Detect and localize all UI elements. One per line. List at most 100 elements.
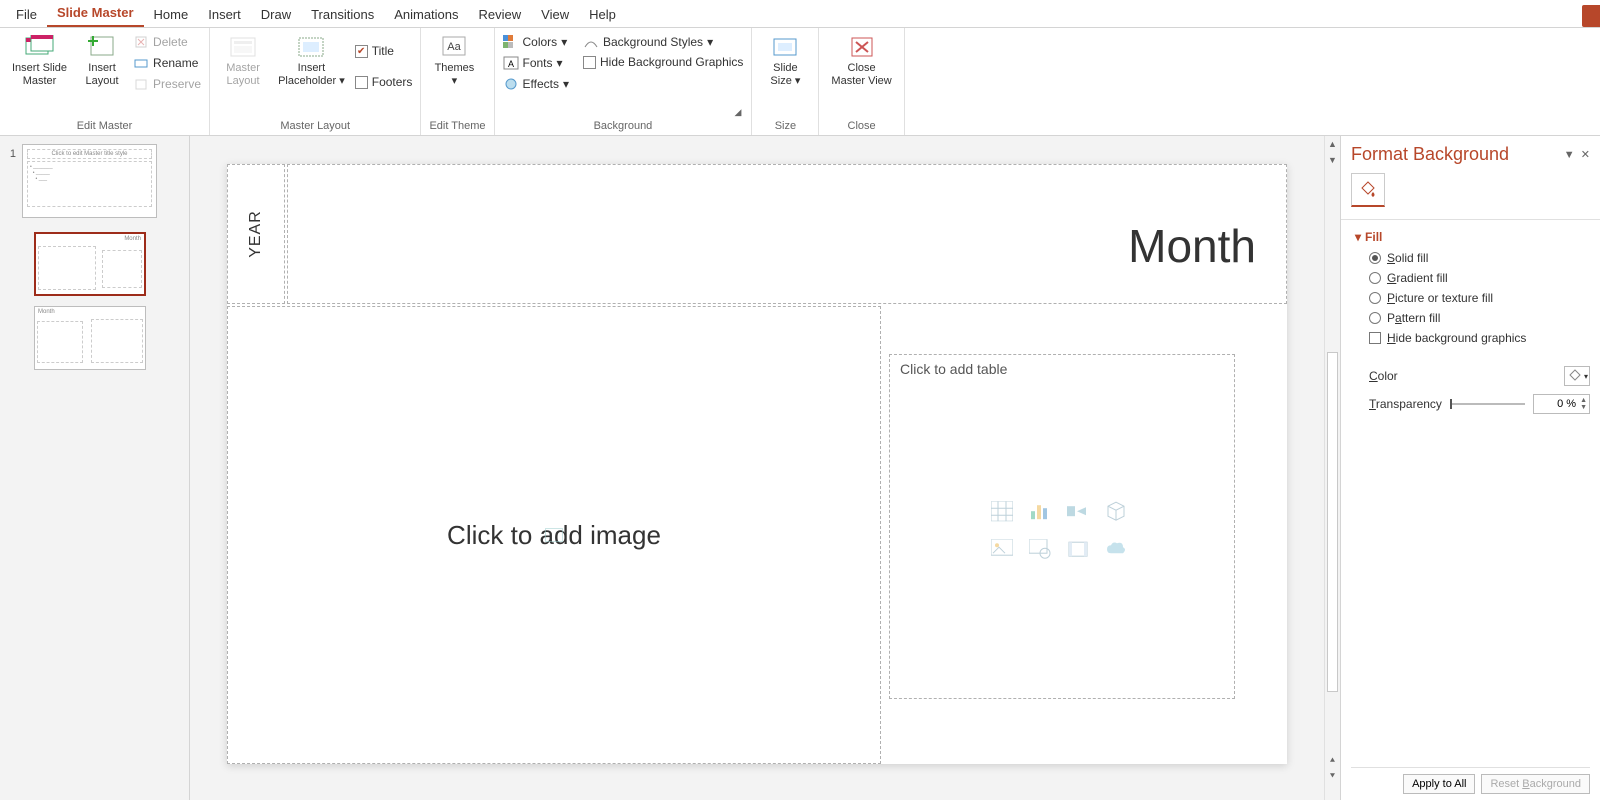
vertical-scrollbar[interactable]: ▲ ⯅ ⯆ ▼ (1324, 136, 1340, 800)
insert-slide-master-label: Insert Slide Master (12, 62, 67, 87)
apply-to-all-button[interactable]: Apply to All (1403, 774, 1475, 794)
scrollbar-thumb[interactable] (1327, 352, 1338, 692)
tab-insert[interactable]: Insert (198, 2, 251, 27)
effects-button[interactable]: Effects ▾ (503, 74, 570, 94)
title-checkbox[interactable]: ✔ Title (355, 42, 413, 60)
group-edit-master: Insert Slide Master Insert Layout Delete… (0, 28, 210, 135)
insert-slide-master-button[interactable]: Insert Slide Master (8, 32, 71, 89)
master-layout-button[interactable]: Master Layout (218, 32, 268, 89)
year-placeholder[interactable]: YEAR (227, 164, 285, 304)
color-picker-button[interactable]: ▾ (1564, 366, 1590, 386)
tab-view[interactable]: View (531, 2, 579, 27)
table-placeholder-label: Click to add table (900, 361, 1007, 377)
scroll-up-icon[interactable]: ▲ (1325, 136, 1340, 152)
preserve-icon (133, 76, 149, 92)
themes-button[interactable]: Aa Themes▾ (429, 32, 479, 89)
insert-placeholder-button[interactable]: Insert Placeholder ▾ (274, 32, 349, 89)
fill-section-header[interactable]: ▾ Fill (1351, 224, 1590, 248)
delete-button[interactable]: Delete (133, 32, 201, 52)
insert-placeholder-icon (295, 34, 327, 60)
insert-table-icon[interactable] (988, 498, 1016, 524)
insert-layout-icon (86, 34, 118, 60)
solid-fill-radio[interactable]: Solid fill (1351, 248, 1590, 268)
fonts-button[interactable]: A Fonts ▾ (503, 53, 570, 73)
close-master-view-button[interactable]: Close Master View (827, 32, 895, 89)
rename-button[interactable]: Rename (133, 53, 201, 73)
prev-slide-icon[interactable]: ⯅ (1329, 752, 1336, 768)
picture-fill-radio[interactable]: Picture or texture fill (1351, 288, 1590, 308)
layout-thumbnail-2[interactable]: Month (34, 306, 146, 370)
checkbox-icon (1369, 332, 1381, 344)
tab-animations[interactable]: Animations (384, 2, 468, 27)
tab-home[interactable]: Home (144, 2, 199, 27)
group-edit-master-label: Edit Master (8, 120, 201, 135)
chevron-down-icon: ▾ (339, 75, 345, 87)
pattern-fill-radio[interactable]: Pattern fill (1351, 308, 1590, 328)
footers-label: Footers (372, 75, 413, 89)
next-slide-icon[interactable]: ⯆ (1329, 768, 1336, 784)
table-placeholder[interactable]: Click to add table (889, 354, 1235, 699)
footers-checkbox[interactable]: Footers (355, 73, 413, 91)
rename-icon (133, 55, 149, 71)
themes-icon: Aa (438, 34, 470, 60)
share-button[interactable] (1582, 5, 1600, 27)
chevron-down-icon: ▾ (707, 35, 713, 49)
slide-size-button[interactable]: Slide Size ▾ (760, 32, 810, 89)
insert-chart-icon[interactable] (1026, 498, 1054, 524)
transparency-value[interactable] (1534, 398, 1578, 410)
master-thumbnail[interactable]: Click to edit Master title style • _____… (22, 144, 157, 218)
tab-slide-master[interactable]: Slide Master (47, 0, 144, 27)
fill-category-icon[interactable] (1351, 173, 1385, 207)
master-layout-icon (227, 34, 259, 60)
pane-options-icon[interactable]: ▼ ✕ (1564, 148, 1590, 161)
svg-text:Aa: Aa (448, 41, 462, 53)
reset-background-button[interactable]: Reset Background (1481, 774, 1590, 794)
layout-thumbnail-1[interactable]: Month (34, 232, 146, 296)
themes-label: Themes▾ (435, 62, 475, 87)
slide-edit-area[interactable]: YEAR Month Click to add image Click to a… (190, 136, 1324, 800)
group-edit-theme: Aa Themes▾ Edit Theme (421, 28, 494, 135)
tab-draw[interactable]: Draw (251, 2, 301, 27)
background-dialog-launcher[interactable]: ◢ (735, 107, 742, 118)
insert-icon-icon[interactable] (1102, 536, 1130, 562)
background-styles-icon (583, 34, 599, 50)
insert-online-picture-icon[interactable] (1026, 536, 1054, 562)
hide-bg-checkbox[interactable]: Hide background graphics (1351, 328, 1590, 348)
month-title-placeholder[interactable]: Month (287, 164, 1287, 304)
radio-icon (1369, 272, 1381, 284)
insert-layout-button[interactable]: Insert Layout (77, 32, 127, 89)
colors-icon (503, 34, 519, 50)
slide-size-icon (769, 34, 801, 60)
group-size: Slide Size ▾ Size (752, 28, 819, 135)
tab-transitions[interactable]: Transitions (301, 2, 384, 27)
insert-smartart-icon[interactable] (1064, 498, 1092, 524)
fonts-icon: A (503, 55, 519, 71)
content-insert-icons (988, 498, 1136, 570)
transparency-slider[interactable] (1450, 403, 1525, 405)
insert-3d-icon[interactable] (1102, 498, 1130, 524)
gradient-fill-radio[interactable]: Gradient fill (1351, 268, 1590, 288)
chevron-down-icon: ▾ (557, 56, 563, 70)
tab-file[interactable]: File (6, 2, 47, 27)
image-placeholder[interactable]: Click to add image (227, 306, 881, 764)
preserve-button[interactable]: Preserve (133, 74, 201, 94)
transparency-label: Transparency (1369, 397, 1442, 411)
insert-picture-icon[interactable] (988, 536, 1016, 562)
main-area: 1 Click to edit Master title style • ___… (0, 136, 1600, 800)
master-layout-label: Master Layout (226, 62, 260, 87)
slide-canvas[interactable]: YEAR Month Click to add image Click to a… (227, 164, 1287, 764)
colors-button[interactable]: Colors ▾ (503, 32, 570, 52)
effects-label: Effects (523, 77, 559, 91)
background-styles-button[interactable]: Background Styles ▾ (583, 32, 743, 52)
insert-video-icon[interactable] (1064, 536, 1092, 562)
collapse-icon: ▾ (1355, 230, 1361, 244)
close-master-label: Close Master View (831, 62, 891, 87)
transparency-spinner[interactable]: ▲▼ (1533, 394, 1590, 414)
colors-label: Colors (523, 35, 558, 49)
tab-help[interactable]: Help (579, 2, 626, 27)
fonts-label: Fonts (523, 56, 553, 70)
tab-review[interactable]: Review (469, 2, 532, 27)
insert-placeholder-label: Insert Placeholder ▾ (278, 62, 345, 87)
radio-icon (1369, 312, 1381, 324)
hide-bg-graphics-checkbox[interactable]: Hide Background Graphics (583, 53, 743, 71)
